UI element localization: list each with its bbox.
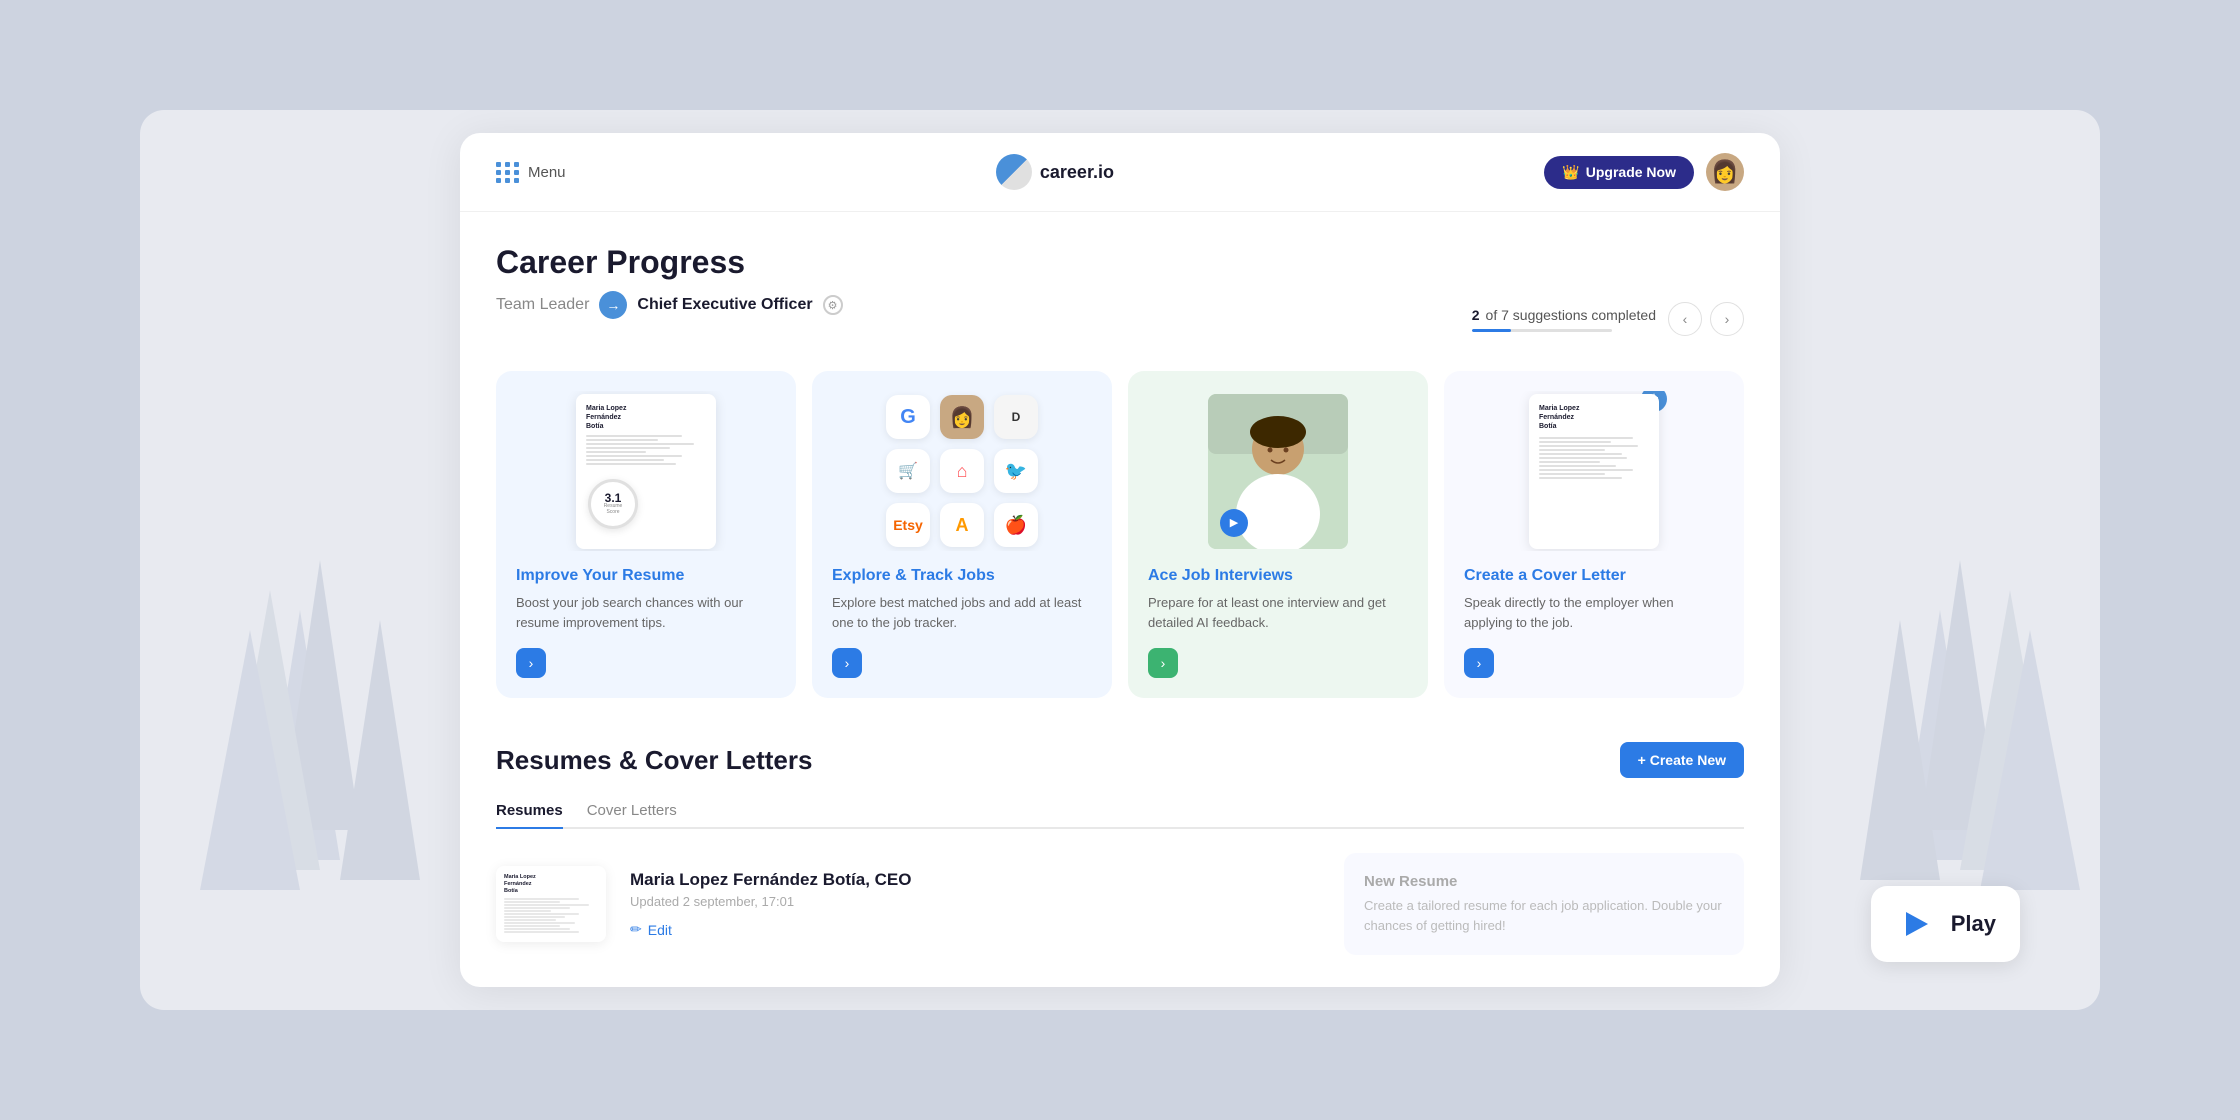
new-resume-desc: Create a tailored resume for each job ap… — [1364, 896, 1724, 935]
ace-interviews-card: ▶ Ace Job Interviews Prepare for at leas… — [1128, 371, 1428, 698]
improve-resume-card: Maria LopezFernándezBotía — [496, 371, 796, 698]
menu-dots-icon — [496, 162, 520, 183]
shopify-icon: 🛒 — [886, 449, 930, 493]
nav-right: 👑 Upgrade Now 👩 — [1544, 153, 1744, 191]
next-arrow-button[interactable]: › — [1710, 302, 1744, 336]
pencil-icon: ✏ — [630, 921, 642, 938]
resume-thumb-lines — [504, 898, 598, 933]
improve-resume-arrow-button[interactable]: › — [516, 648, 546, 678]
from-role: Team Leader — [496, 296, 589, 314]
resumes-section: Resumes & Cover Letters + Create New Res… — [496, 742, 1744, 955]
resume-mockup: Maria LopezFernándezBotía — [576, 394, 716, 549]
docusign-icon: D — [994, 395, 1038, 439]
menu-label: Menu — [528, 164, 566, 181]
prev-arrow-button[interactable]: ‹ — [1668, 302, 1702, 336]
upgrade-label: Upgrade Now — [1586, 164, 1676, 180]
play-video-button[interactable]: ▶ — [1220, 509, 1248, 537]
edit-label: Edit — [648, 922, 672, 938]
resume-mock-lines — [586, 435, 706, 465]
resume-score-circle: 3.1 ResumeScore — [588, 479, 638, 529]
resume-thumbnail: Maria LopezFernándezBotía — [496, 866, 606, 942]
app-container: Menu career.io 👑 Upgrade Now 👩 Career P — [140, 110, 2100, 1010]
resume-mock-name: Maria LopezFernándezBotía — [586, 404, 706, 431]
career-progress-title: Career Progress — [496, 244, 1744, 281]
profile-photo-icon: 👩 — [940, 395, 984, 439]
career-path: Team Leader → Chief Executive Officer ⚙ — [496, 291, 843, 319]
airbnb-icon: ⌂ — [940, 449, 984, 493]
menu-button[interactable]: Menu — [496, 162, 566, 183]
user-avatar[interactable]: 👩 — [1706, 153, 1744, 191]
cover-letter-title: Create a Cover Letter — [1464, 567, 1724, 585]
cover-letter-mockup: Maria LopezFernándezBotía — [1529, 394, 1659, 549]
logo-icon — [996, 154, 1032, 190]
suggestions-info: 2 of 7 suggestions completed ‹ › — [1472, 302, 1744, 336]
new-resume-card: New Resume Create a tailored resume for … — [1344, 853, 1744, 955]
cover-letter-desc: Speak directly to the employer when appl… — [1464, 593, 1724, 632]
explore-jobs-arrow-button[interactable]: › — [832, 648, 862, 678]
improve-resume-title: Improve Your Resume — [516, 567, 776, 585]
apple-icon: 🍎 — [994, 503, 1038, 547]
main-card: Menu career.io 👑 Upgrade Now 👩 Career P — [460, 133, 1780, 987]
interview-image: ▶ — [1208, 394, 1348, 549]
google-icon: G — [886, 395, 930, 439]
resumes-title: Resumes & Cover Letters — [496, 745, 812, 776]
create-new-label: + Create New — [1638, 752, 1726, 768]
explore-jobs-card: G 👩 D 🛒 ⌂ 🐦 Etsy A 🍎 — [812, 371, 1112, 698]
create-new-button[interactable]: + Create New — [1620, 742, 1744, 778]
amazon-icon: A — [940, 503, 984, 547]
cover-letter-card: + Maria LopezFernándezBotía — [1444, 371, 1744, 698]
edit-resume-link[interactable]: ✏ Edit — [630, 921, 1320, 938]
resume-item-row: Maria LopezFernándezBotía — [496, 853, 1744, 955]
resume-score-label: ResumeScore — [604, 504, 623, 515]
path-settings-icon[interactable]: ⚙ — [823, 295, 843, 315]
ace-interviews-arrow-button[interactable]: › — [1148, 648, 1178, 678]
resume-card-image: Maria LopezFernándezBotía — [516, 391, 776, 551]
tab-resumes[interactable]: Resumes — [496, 794, 563, 829]
play-button[interactable] — [1895, 902, 1939, 946]
logo-text: career.io — [1040, 162, 1114, 183]
completed-count: 2 — [1472, 307, 1480, 323]
jobs-card-image: G 👩 D 🛒 ⌂ 🐦 Etsy A 🍎 — [832, 391, 1092, 551]
cover-letter-mock-name: Maria LopezFernándezBotía — [1539, 404, 1649, 431]
logo: career.io — [996, 154, 1114, 190]
ace-interviews-desc: Prepare for at least one interview and g… — [1148, 593, 1408, 632]
job-icons-grid: G 👩 D 🛒 ⌂ 🐦 Etsy A 🍎 — [876, 391, 1048, 551]
cover-letter-arrow-button[interactable]: › — [1464, 648, 1494, 678]
explore-jobs-title: Explore & Track Jobs — [832, 567, 1092, 585]
cover-letter-card-image: + Maria LopezFernándezBotía — [1464, 391, 1724, 551]
career-progress-section: Career Progress Team Leader → Chief Exec… — [496, 244, 1744, 698]
progress-cards-row: Maria LopezFernándezBotía — [496, 371, 1744, 698]
suggestions-label: of 7 suggestions completed — [1486, 307, 1656, 323]
navigation: Menu career.io 👑 Upgrade Now 👩 — [460, 133, 1780, 212]
crown-icon: 👑 — [1562, 164, 1579, 181]
upgrade-button[interactable]: 👑 Upgrade Now — [1544, 156, 1694, 189]
explore-jobs-desc: Explore best matched jobs and add at lea… — [832, 593, 1092, 632]
main-content: Career Progress Team Leader → Chief Exec… — [460, 212, 1780, 987]
resumes-tabs: Resumes Cover Letters — [496, 794, 1744, 829]
play-section: Play — [1871, 886, 2020, 962]
improve-resume-desc: Boost your job search chances with our r… — [516, 593, 776, 632]
progress-bar — [1472, 329, 1612, 332]
path-arrow-icon: → — [599, 291, 627, 319]
resumes-header: Resumes & Cover Letters + Create New — [496, 742, 1744, 778]
to-role: Chief Executive Officer — [637, 296, 812, 314]
resume-thumb-name: Maria LopezFernándezBotía — [504, 874, 598, 895]
resume-info: Maria Lopez Fernández Botía, CEO Updated… — [630, 870, 1320, 938]
carousel-nav: ‹ › — [1668, 302, 1744, 336]
interviews-card-image: ▶ — [1148, 391, 1408, 551]
twitter-icon: 🐦 — [994, 449, 1038, 493]
tab-cover-letters[interactable]: Cover Letters — [587, 794, 677, 829]
new-resume-title: New Resume — [1364, 873, 1724, 890]
progress-fill — [1472, 329, 1511, 332]
etsy-icon: Etsy — [886, 503, 930, 547]
play-label: Play — [1951, 911, 1996, 937]
resume-updated: Updated 2 september, 17:01 — [630, 894, 1320, 909]
ace-interviews-title: Ace Job Interviews — [1148, 567, 1408, 585]
resume-name: Maria Lopez Fernández Botía, CEO — [630, 870, 1320, 890]
